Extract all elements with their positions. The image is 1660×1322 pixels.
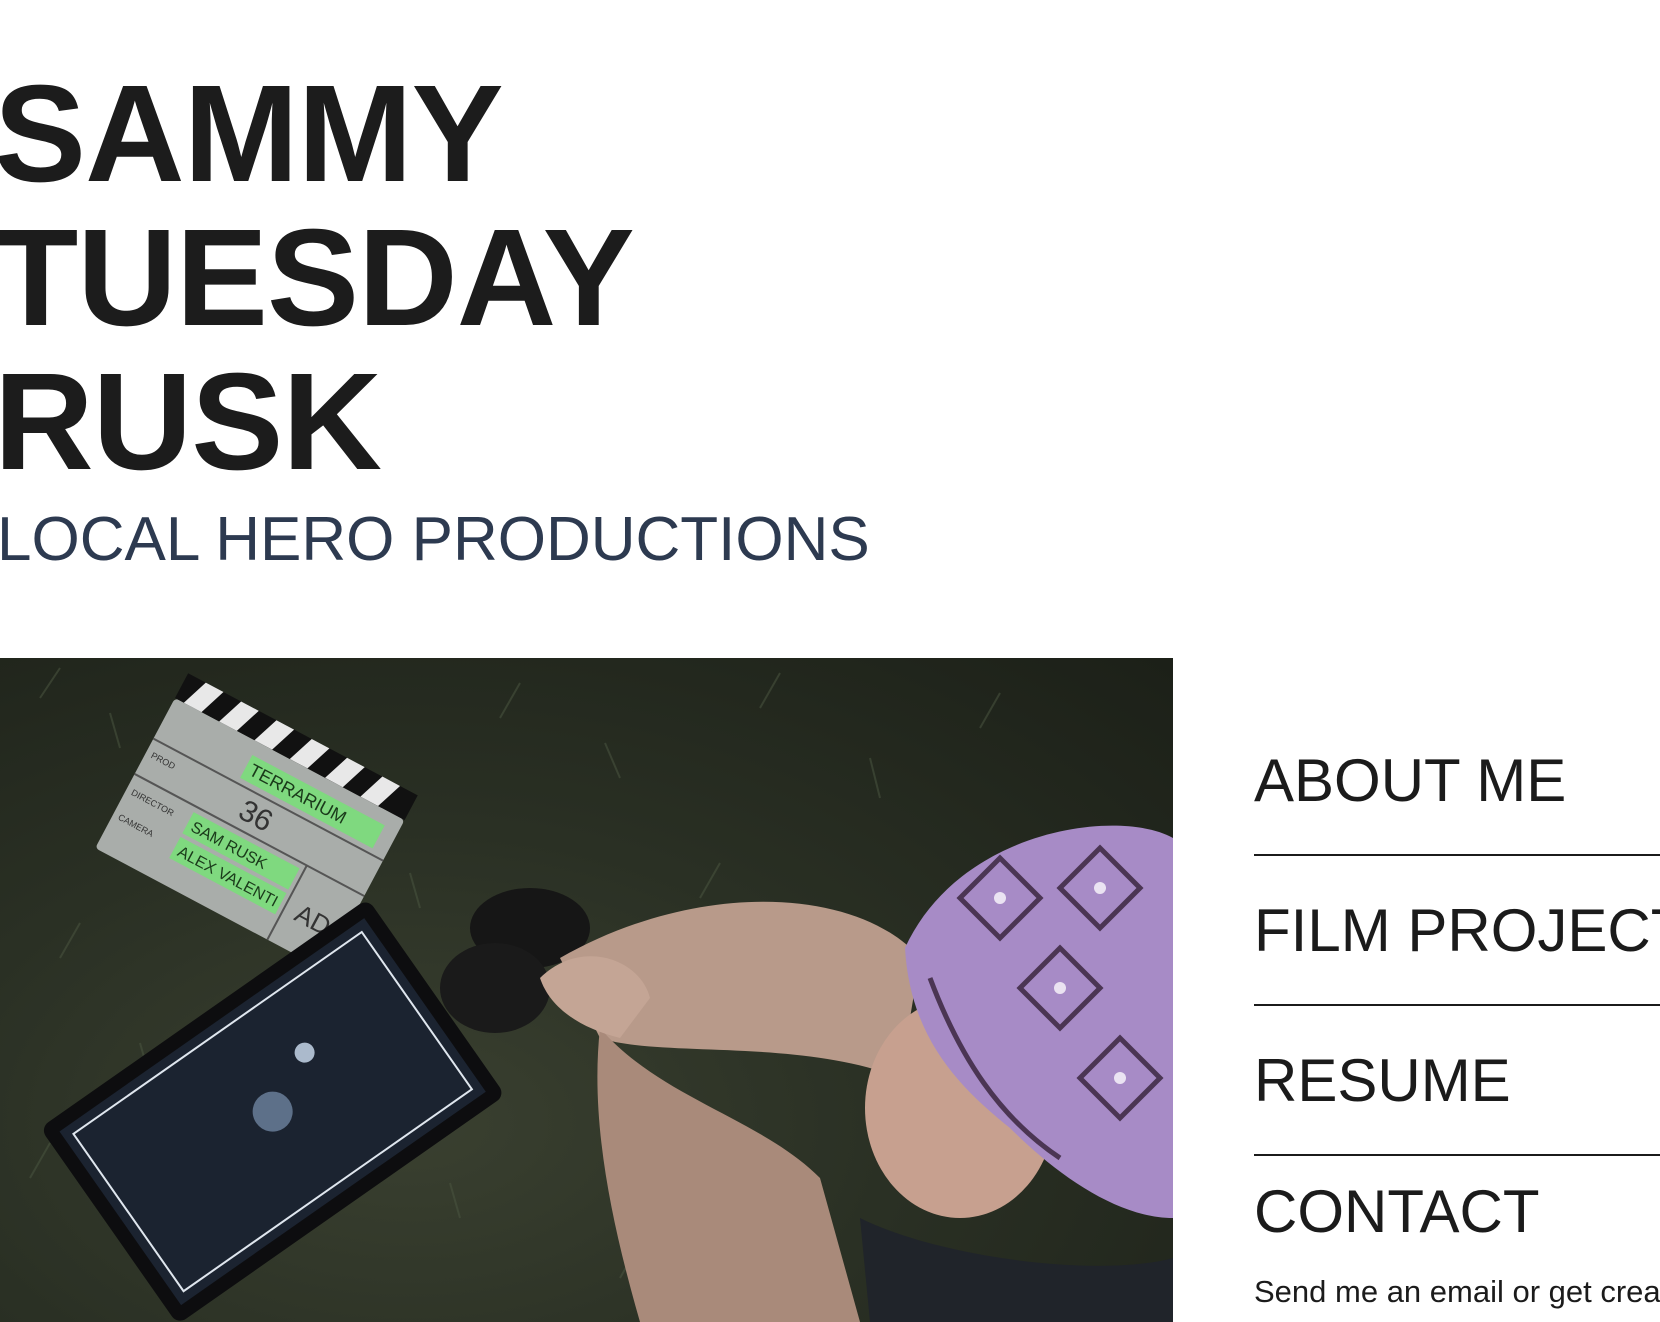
site-subtitle: LOCAL HERO PRODUCTIONS — [0, 505, 870, 574]
title-line-3: RUSK — [0, 345, 382, 499]
contact-note: Send me an email or get creative — [1254, 1274, 1660, 1309]
hero-photo-illustration: TERRARIUM 36 SAM RUSK ALEX VALENTI AD PR… — [29, 667, 1173, 1322]
title-line-2: TUESDAY — [0, 201, 635, 355]
boot-right — [440, 943, 550, 1033]
nav-item-contact[interactable]: CONTACT — [1254, 1156, 1660, 1266]
nav-item-film-projects[interactable]: FILM PROJECTS — [1254, 856, 1660, 1006]
site-title: SAMMY TUESDAY RUSK — [0, 57, 635, 499]
hero-photo: TERRARIUM 36 SAM RUSK ALEX VALENTI AD PR… — [0, 658, 1173, 1322]
title-line-1: SAMMY — [0, 57, 504, 211]
main-nav: ABOUT ME FILM PROJECTS RESUME CONTACT — [1254, 706, 1660, 1266]
field-monitor — [43, 902, 502, 1321]
nav-item-about-me[interactable]: ABOUT ME — [1254, 706, 1660, 856]
nav-item-resume[interactable]: RESUME — [1254, 1006, 1660, 1156]
leg-lower — [597, 1028, 860, 1322]
torso — [860, 1218, 1173, 1322]
